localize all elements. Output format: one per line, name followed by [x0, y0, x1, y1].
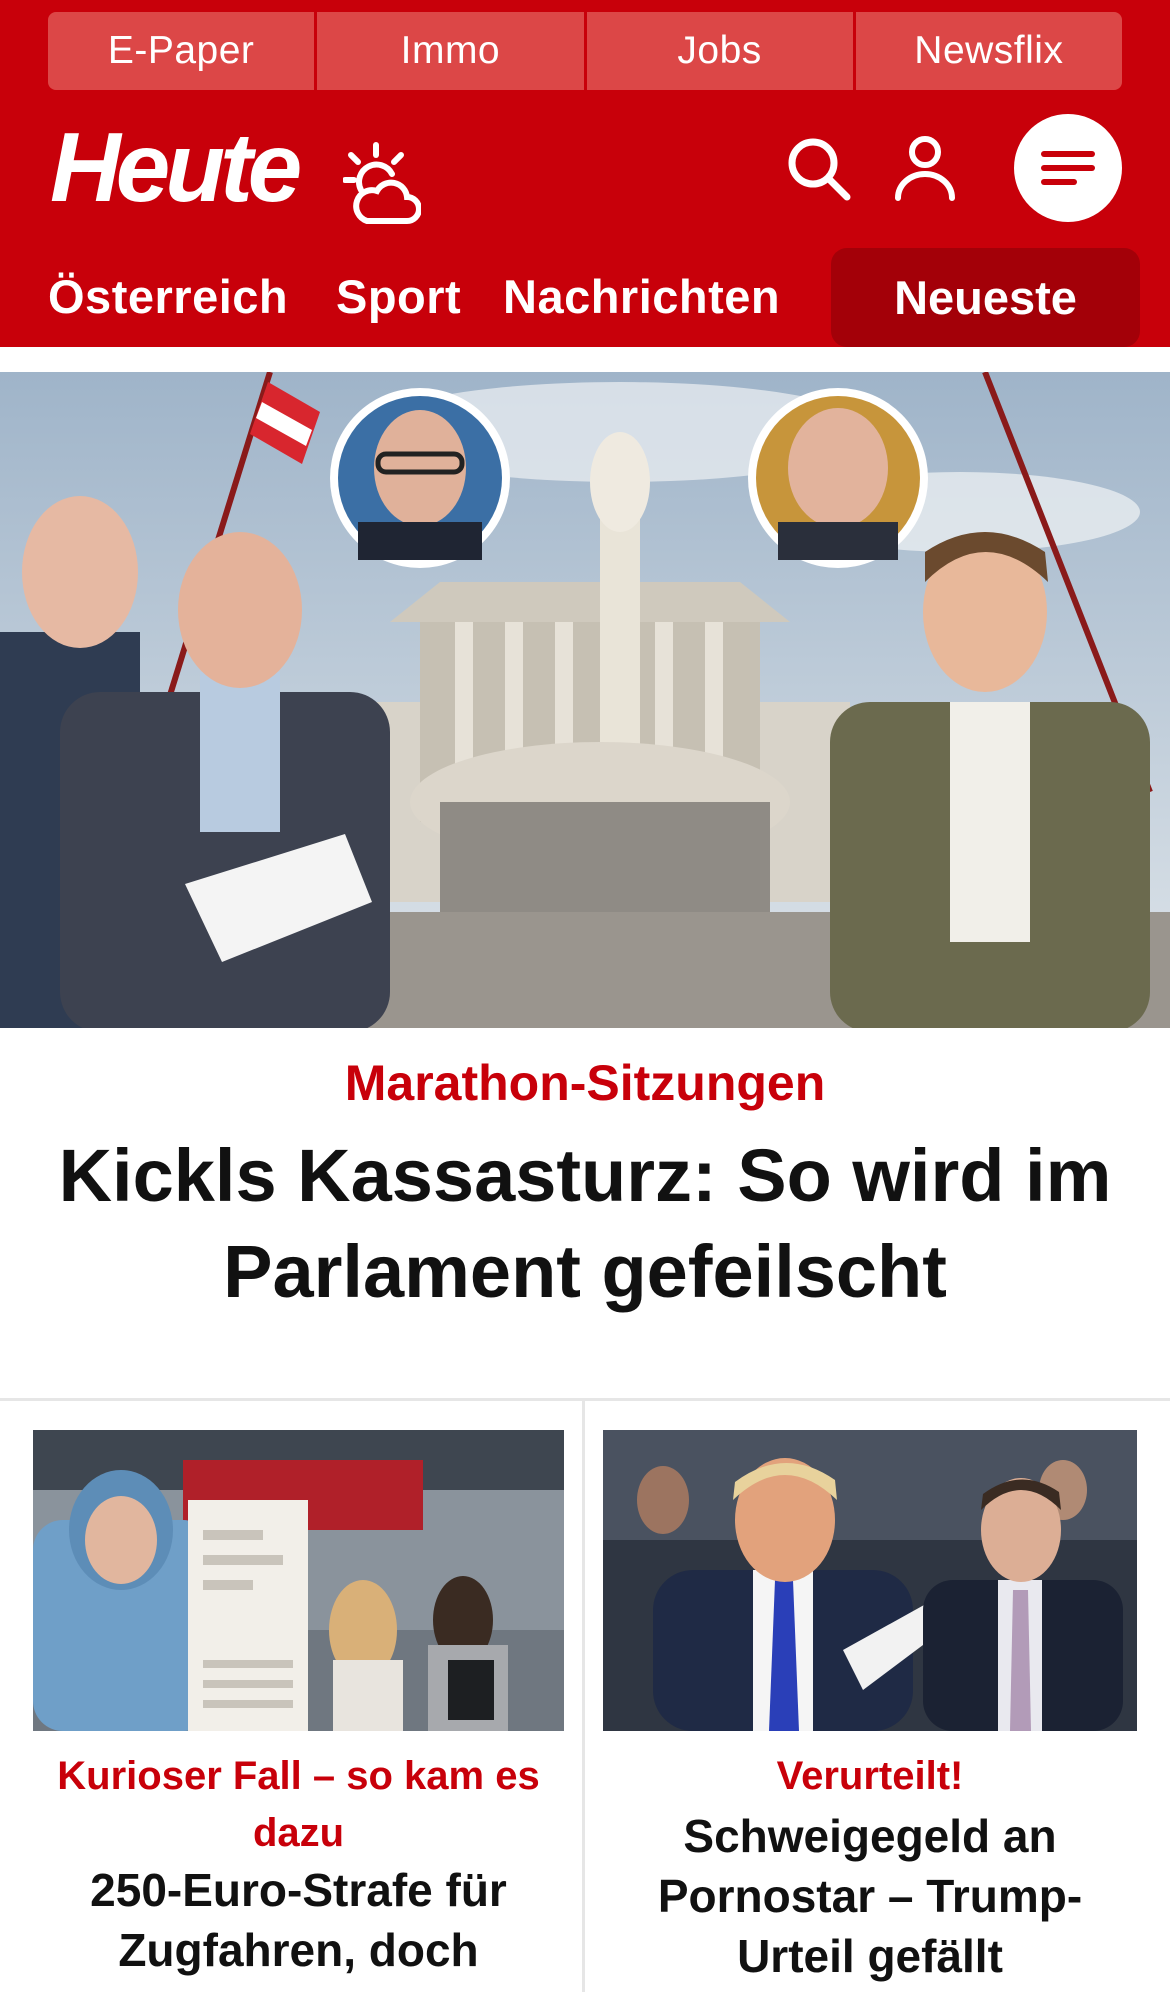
teaser-left-headline[interactable]: 250-Euro-Strafe für Zugfahren, doch	[33, 1860, 564, 1980]
nav-item-oesterreich[interactable]: Österreich	[48, 269, 288, 324]
top-link-epaper[interactable]: E-Paper	[48, 12, 315, 90]
top-link-jobs[interactable]: Jobs	[586, 12, 853, 90]
teaser-right-headline[interactable]: Schweigegeld an Pornostar – Trump-Urteil…	[603, 1806, 1137, 1986]
hero-kicker[interactable]: Marathon-Sitzungen	[0, 1054, 1170, 1112]
top-link-newsflix[interactable]: Newsflix	[855, 12, 1122, 90]
section-divider	[0, 1398, 1170, 1401]
weather-sun-cloud-icon[interactable]	[343, 141, 421, 227]
teaser-photo-courtroom	[603, 1430, 1137, 1731]
site-logo[interactable]: Heute	[50, 118, 302, 216]
hamburger-menu-icon	[1041, 151, 1095, 185]
teaser-image-trump[interactable]	[603, 1430, 1137, 1731]
teaser-photo-train-station	[33, 1430, 564, 1731]
nav-item-neueste[interactable]: Neueste	[831, 248, 1140, 347]
nav-item-nachrichten[interactable]: Nachrichten	[503, 269, 780, 324]
site-header: E-Paper Immo Jobs Newsflix Heute Österre…	[0, 0, 1170, 347]
user-icon[interactable]	[893, 134, 957, 202]
search-icon[interactable]	[786, 136, 852, 202]
column-divider	[582, 1401, 585, 1992]
hero-photo-collage	[0, 372, 1170, 1028]
top-link-immo[interactable]: Immo	[317, 12, 584, 90]
hero-headline[interactable]: Kickls Kassasturz: So wird im Parlament …	[40, 1128, 1130, 1320]
teaser-right-kicker[interactable]: Verurteilt!	[603, 1748, 1137, 1805]
hero-image[interactable]	[0, 372, 1170, 1028]
teaser-image-train[interactable]	[33, 1430, 564, 1731]
top-links-bar: E-Paper Immo Jobs Newsflix	[48, 12, 1122, 90]
teaser-left-kicker[interactable]: Kurioser Fall – so kam es dazu	[33, 1748, 564, 1862]
menu-button[interactable]	[1014, 114, 1122, 222]
nav-item-sport[interactable]: Sport	[336, 269, 461, 324]
